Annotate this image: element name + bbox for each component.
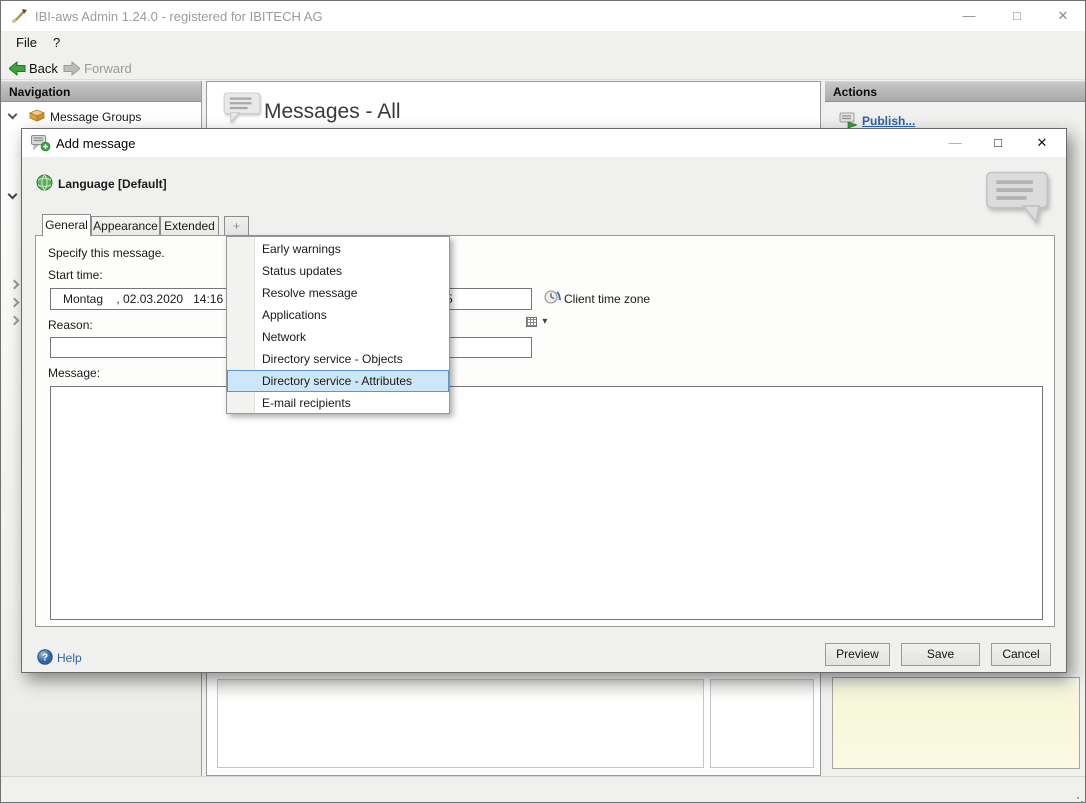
preview-button[interactable]: Preview — [825, 643, 890, 666]
client-time-zone-icon — [543, 289, 561, 306]
message-watermark-icon — [984, 171, 1050, 225]
forward-button[interactable]: Forward — [84, 61, 132, 76]
window-title: IBI-aws Admin 1.24.0 - registered for IB… — [35, 9, 323, 24]
titlebar: IBI-aws Admin 1.24.0 - registered for IB… — [1, 1, 1085, 31]
help-icon[interactable]: ? — [37, 649, 53, 665]
intro-text: Specify this message. — [48, 246, 165, 260]
cancel-button[interactable]: Cancel — [991, 643, 1051, 666]
dialog-maximize-button[interactable]: □ — [980, 131, 1016, 155]
minimize-button[interactable]: — — [951, 3, 987, 29]
menu-item-network[interactable]: Network — [227, 326, 449, 348]
tab-extended[interactable]: Extended — [160, 216, 219, 236]
client-time-zone-label: Client time zone — [564, 292, 650, 306]
chevron-down-icon[interactable] — [8, 110, 18, 120]
resize-grip[interactable] — [1077, 797, 1079, 799]
add-message-icon — [31, 135, 51, 152]
menu-item-directory-service-objects[interactable]: Directory service - Objects — [227, 348, 449, 370]
chevron-down-icon[interactable] — [8, 190, 18, 200]
tab-general[interactable]: General — [42, 214, 91, 236]
message-list-box — [217, 679, 704, 768]
publish-icon — [839, 112, 857, 128]
publish-link[interactable]: Publish... — [862, 114, 915, 128]
tab-page-general: Specify this message. Start time: Montag… — [35, 235, 1055, 627]
add-tab-dropdown-menu: Early warnings Status updates Resolve me… — [226, 236, 450, 414]
language-icon — [36, 174, 53, 191]
start-time-label: Start time: — [48, 268, 103, 282]
message-side-box — [710, 679, 814, 768]
dialog-close-button[interactable]: ✕ — [1024, 131, 1060, 155]
maximize-button[interactable]: □ — [999, 3, 1035, 29]
statusbar: D:\IBI-aws\Admin\Data.xml — [1, 776, 1085, 803]
save-button[interactable]: Save — [901, 643, 980, 666]
menu-item-email-recipients[interactable]: E-mail recipients — [227, 392, 449, 414]
forward-icon[interactable] — [63, 61, 80, 76]
menu-item-early-warnings[interactable]: Early warnings — [227, 238, 449, 260]
page-title: Messages - All — [264, 100, 401, 124]
reason-label: Reason: — [48, 318, 93, 332]
actions-header: Actions — [825, 81, 1086, 102]
chevron-right-icon[interactable] — [10, 298, 20, 308]
tab-appearance[interactable]: Appearance — [91, 216, 160, 236]
message-label: Message: — [48, 366, 100, 380]
messages-icon — [223, 92, 261, 124]
dialog-title: Add message — [56, 136, 136, 151]
menu-item-applications[interactable]: Applications — [227, 304, 449, 326]
dropdown-arrow-icon: ▾ — [542, 312, 547, 332]
menu-item-directory-service-attributes[interactable]: Directory service - Attributes — [227, 370, 449, 392]
close-button[interactable]: ✕ — [1045, 3, 1081, 29]
tab-add-plus[interactable]: + — [224, 216, 249, 236]
calendar-icon — [526, 317, 537, 327]
add-message-dialog: Add message — □ ✕ Language [Default] Gen… — [21, 128, 1067, 673]
back-button[interactable]: Back — [29, 61, 58, 76]
menubar — [1, 31, 1085, 56]
menu-item-resolve-message[interactable]: Resolve message — [227, 282, 449, 304]
chevron-right-icon[interactable] — [10, 280, 20, 290]
dialog-titlebar: Add message — □ ✕ — [22, 129, 1066, 157]
menu-help[interactable]: ? — [53, 35, 60, 50]
sidebar-item-message-groups[interactable]: Message Groups — [50, 110, 141, 124]
chevron-right-icon[interactable] — [10, 316, 20, 326]
date-picker-button[interactable]: ▾ — [493, 291, 529, 307]
app-icon — [11, 8, 28, 24]
menu-item-status-updates[interactable]: Status updates — [227, 260, 449, 282]
menu-file[interactable]: File — [16, 35, 37, 50]
navigation-header: Navigation — [1, 81, 201, 102]
help-link[interactable]: Help — [57, 651, 82, 665]
app-window: IBI-aws Admin 1.24.0 - registered for IB… — [0, 0, 1086, 803]
back-icon[interactable] — [9, 61, 26, 76]
message-groups-icon — [29, 108, 45, 122]
message-textarea[interactable] — [50, 386, 1043, 620]
notes-box[interactable] — [832, 677, 1080, 769]
toolbar — [1, 56, 1085, 80]
svg-text:?: ? — [42, 653, 48, 664]
language-label: Language [Default] — [58, 177, 167, 191]
dialog-minimize-button[interactable]: — — [937, 131, 973, 155]
